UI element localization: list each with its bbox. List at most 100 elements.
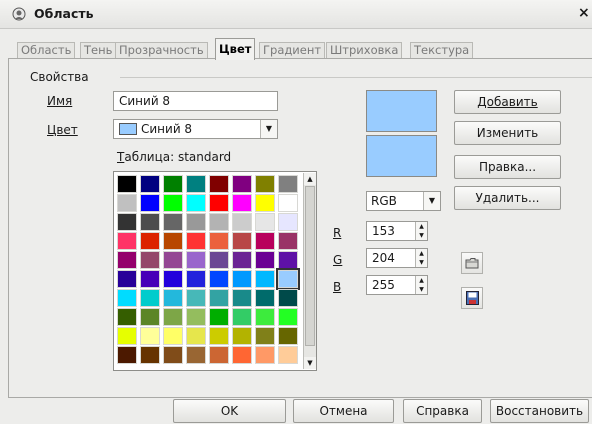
color-cell[interactable] [209,251,229,269]
color-cell[interactable] [140,213,160,231]
color-cell[interactable] [209,346,229,364]
color-cell[interactable] [232,346,252,364]
color-cell[interactable] [117,194,137,212]
color-cell[interactable] [140,327,160,345]
close-icon[interactable]: × [578,5,590,21]
help-button[interactable]: Справка [403,399,482,423]
spin-down-icon[interactable]: ▼ [415,258,427,267]
color-cell[interactable] [140,194,160,212]
scroll-thumb[interactable] [305,186,315,346]
color-cell[interactable] [255,175,275,193]
color-cell[interactable] [117,251,137,269]
color-cell[interactable] [140,346,160,364]
color-cell[interactable] [140,270,160,288]
color-cell[interactable] [117,270,137,288]
b-spinner[interactable]: 255 ▲ ▼ [366,275,428,295]
color-cell[interactable] [232,308,252,326]
delete-button[interactable]: Удалить... [454,186,561,210]
color-cell[interactable] [232,327,252,345]
color-cell[interactable] [117,308,137,326]
color-cell[interactable] [209,175,229,193]
color-table-scrollbar[interactable]: ▲ ▼ [303,173,316,369]
tab-color[interactable]: Цвет [215,38,256,60]
spin-down-icon[interactable]: ▼ [415,285,427,294]
color-cell[interactable] [209,194,229,212]
scroll-up-icon[interactable]: ▲ [304,173,316,185]
color-cell[interactable] [163,327,183,345]
color-cell[interactable] [255,270,275,288]
scroll-down-icon[interactable]: ▼ [304,357,316,369]
color-cell[interactable] [117,232,137,250]
color-cell[interactable] [278,327,298,345]
color-cell[interactable] [163,251,183,269]
color-cell[interactable] [140,251,160,269]
reset-button[interactable]: Восстановить [490,399,589,423]
color-cell[interactable] [186,346,206,364]
color-cell[interactable] [255,289,275,307]
color-cell[interactable] [163,194,183,212]
color-cell[interactable] [209,213,229,231]
color-cell[interactable] [255,346,275,364]
color-cell[interactable] [232,289,252,307]
color-cell[interactable] [209,232,229,250]
color-cell[interactable] [209,270,229,288]
color-cell[interactable] [186,308,206,326]
color-cell[interactable] [255,308,275,326]
cancel-button[interactable]: Отмена [293,399,394,423]
color-cell[interactable] [163,213,183,231]
change-button[interactable]: Изменить [454,121,561,145]
color-cell[interactable] [209,327,229,345]
color-cell[interactable] [278,289,298,307]
color-cell[interactable] [255,232,275,250]
color-cell[interactable] [163,270,183,288]
color-cell[interactable] [278,175,298,193]
ok-button[interactable]: OK [173,399,286,423]
color-cell[interactable] [232,213,252,231]
color-cell[interactable] [209,308,229,326]
tab-area[interactable]: Область [17,42,76,58]
g-spinner[interactable]: 204 ▲ ▼ [366,248,428,268]
add-button[interactable]: Добавить [454,90,561,114]
color-cell[interactable] [255,213,275,231]
color-cell[interactable] [278,213,298,231]
name-field[interactable]: Синий 8 [113,91,278,111]
tab-transparency[interactable]: Прозрачность [115,42,208,58]
color-cell[interactable] [186,194,206,212]
color-cell[interactable] [186,213,206,231]
color-cell[interactable] [117,289,137,307]
color-cell[interactable] [163,308,183,326]
color-cell[interactable] [209,289,229,307]
color-cell[interactable] [186,289,206,307]
color-cell[interactable] [140,232,160,250]
color-cell[interactable] [186,175,206,193]
color-cell[interactable] [255,327,275,345]
color-cell[interactable] [117,327,137,345]
spin-down-icon[interactable]: ▼ [415,231,427,240]
color-cell[interactable] [186,327,206,345]
color-cell[interactable] [163,346,183,364]
color-cell[interactable] [276,268,300,290]
r-spinner[interactable]: 153 ▲ ▼ [366,221,428,241]
color-cell[interactable] [117,346,137,364]
load-palette-button[interactable] [461,252,483,274]
edit-button[interactable]: Правка... [454,155,561,179]
color-cell[interactable] [278,232,298,250]
tab-gradient[interactable]: Градиент [259,42,326,58]
color-cell[interactable] [255,194,275,212]
color-cell[interactable] [232,251,252,269]
tab-bitmap[interactable]: Текстура [410,42,474,58]
chevron-down-icon[interactable]: ▼ [260,120,277,138]
color-cell[interactable] [186,232,206,250]
color-cell[interactable] [163,289,183,307]
tab-shadow[interactable]: Тень [80,42,117,58]
save-palette-button[interactable] [461,287,483,309]
color-cell[interactable] [117,213,137,231]
color-cell[interactable] [232,232,252,250]
chevron-down-icon[interactable]: ▼ [423,192,440,210]
color-cell[interactable] [232,194,252,212]
color-cell[interactable] [232,175,252,193]
color-model-select[interactable]: RGB ▼ [366,191,441,211]
color-cell[interactable] [140,308,160,326]
color-cell[interactable] [255,251,275,269]
tab-hatching[interactable]: Штриховка [326,42,403,58]
